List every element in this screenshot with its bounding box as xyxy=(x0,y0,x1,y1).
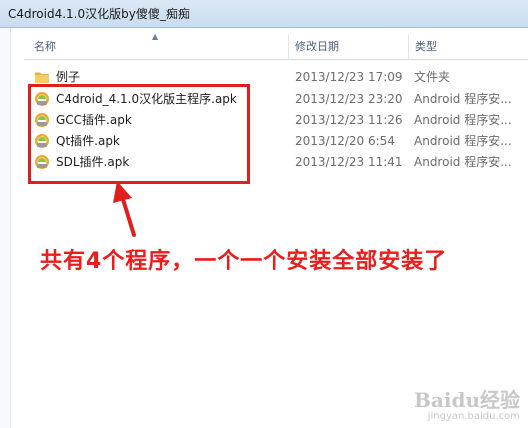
file-name: 例子 xyxy=(56,70,81,84)
file-date: 2013/12/23 11:41 xyxy=(295,155,403,169)
apk-icon xyxy=(35,92,49,106)
navigation-pane[interactable] xyxy=(0,28,11,428)
file-date: 2013/12/20 6:54 xyxy=(295,134,395,148)
baidu-watermark: Baidu经验 jingyan.baidu.com xyxy=(414,390,520,422)
column-divider[interactable] xyxy=(408,34,409,60)
file-date: 2013/12/23 23:20 xyxy=(295,92,403,106)
arrow-icon xyxy=(113,181,136,237)
file-type: 文件夹 xyxy=(414,70,451,84)
column-header-type[interactable]: 类型 xyxy=(415,38,437,54)
column-header-date[interactable]: 修改日期 xyxy=(295,38,339,54)
watermark-main: Baidu经验 xyxy=(414,388,520,412)
file-name: C4droid_4.1.0汉化版主程序.apk xyxy=(56,92,237,106)
file-row-apk[interactable]: GCC插件.apk 2013/12/23 11:26 Android 程序安..… xyxy=(24,110,528,130)
window-titlebar: C4droid4.1.0汉化版by傻傻_痴痴 xyxy=(0,0,528,28)
window-title: C4droid4.1.0汉化版by傻傻_痴痴 xyxy=(8,7,190,21)
file-type: Android 程序安... xyxy=(414,113,512,127)
file-type: Android 程序安... xyxy=(414,92,512,106)
file-type: Android 程序安... xyxy=(414,134,512,148)
file-name: SDL插件.apk xyxy=(56,155,130,169)
sort-up-icon[interactable]: ▲ xyxy=(152,32,158,41)
file-row-folder[interactable]: 例子 2013/12/23 17:09 文件夹 xyxy=(24,67,528,87)
annotation-text: 共有4个程序，一个一个安装全部安装了 xyxy=(40,249,448,274)
column-header-name[interactable]: 名称 xyxy=(34,38,56,54)
file-row-apk[interactable]: C4droid_4.1.0汉化版主程序.apk 2013/12/23 23:20… xyxy=(24,89,528,109)
file-name: GCC插件.apk xyxy=(56,113,132,127)
apk-icon xyxy=(35,134,49,148)
file-row-apk[interactable]: SDL插件.apk 2013/12/23 11:41 Android 程序安..… xyxy=(24,152,528,172)
file-date: 2013/12/23 17:09 xyxy=(295,70,403,84)
column-divider[interactable] xyxy=(288,34,289,60)
file-row-apk[interactable]: Qt插件.apk 2013/12/20 6:54 Android 程序安... xyxy=(24,131,528,151)
folder-icon xyxy=(35,72,49,83)
file-name: Qt插件.apk xyxy=(56,134,120,148)
watermark-sub: jingyan.baidu.com xyxy=(427,411,520,422)
column-header: 名称 ▲ 修改日期 类型 xyxy=(24,32,528,60)
file-type: Android 程序安... xyxy=(414,155,512,169)
file-date: 2013/12/23 11:26 xyxy=(295,113,403,127)
apk-icon xyxy=(35,113,49,127)
apk-icon xyxy=(35,155,49,169)
